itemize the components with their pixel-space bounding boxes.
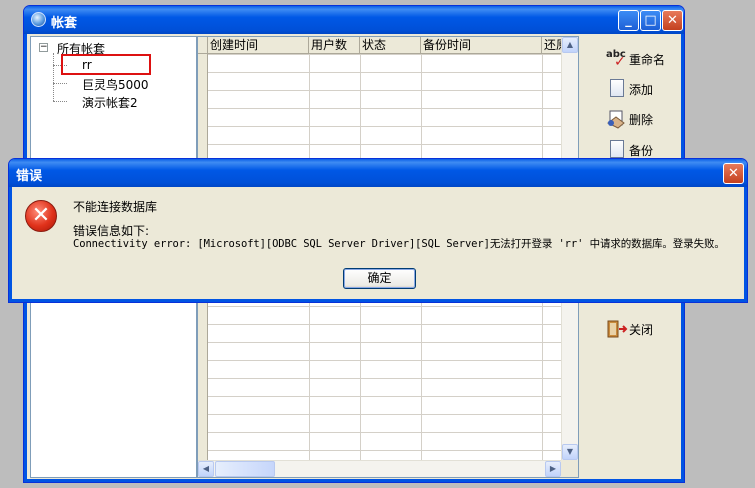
backup-label: 备份	[629, 144, 654, 158]
scroll-up-icon[interactable]: ▲	[562, 37, 578, 53]
dialog-title: 错误	[16, 169, 43, 184]
dialog-close-button[interactable]: ✕	[723, 163, 744, 184]
close-window-button[interactable]: ✕	[662, 10, 683, 31]
window-title: 帐套	[51, 16, 78, 31]
minimize-button[interactable]: _	[618, 10, 639, 31]
close-button[interactable]: 关闭	[596, 316, 680, 342]
grid-corner-cell	[198, 37, 208, 54]
rename-icon: abc ✓	[606, 49, 626, 70]
error-detail-text: Connectivity error: [Microsoft][ODBC SQL…	[73, 238, 725, 250]
rename-button[interactable]: abc ✓ 重命名	[596, 46, 680, 72]
minimize-icon: _	[625, 13, 632, 28]
dialog-titlebar[interactable]: 错误 ✕	[9, 159, 747, 187]
delete-label: 删除	[629, 113, 654, 127]
delete-button[interactable]: 删除	[596, 106, 680, 132]
maximize-icon: □	[644, 13, 657, 28]
tree-item-julingniao[interactable]: 巨灵鸟5000	[82, 76, 149, 93]
add-label: 添加	[629, 83, 654, 97]
add-button[interactable]: 添加	[596, 76, 680, 102]
column-created-time[interactable]: 创建时间	[208, 37, 309, 54]
scroll-right-icon[interactable]: ▶	[545, 461, 561, 477]
scrollbar-corner	[561, 460, 578, 477]
close-door-icon	[606, 319, 628, 339]
document-icon	[610, 140, 624, 158]
ok-button[interactable]: 确定	[343, 268, 416, 289]
column-user-count[interactable]: 用户数	[309, 37, 360, 54]
delete-icon	[606, 109, 626, 129]
dialog-body: ✕ 不能连接数据库 错误信息如下: Connectivity error: [M…	[12, 187, 744, 299]
tree-line	[53, 101, 67, 102]
maximize-button[interactable]: □	[640, 10, 661, 31]
column-status[interactable]: 状态	[360, 37, 421, 54]
close-icon: ✕	[667, 13, 678, 28]
column-backup-time[interactable]: 备份时间	[421, 37, 542, 54]
scroll-down-icon[interactable]: ▼	[562, 444, 578, 460]
rename-label: 重命名	[629, 53, 666, 67]
tree-item-demo2[interactable]: 演示帐套2	[82, 94, 138, 111]
app-globe-icon	[31, 12, 46, 27]
window-titlebar[interactable]: 帐套 _ □ ✕	[24, 6, 684, 34]
scroll-left-icon[interactable]: ◀	[198, 461, 214, 477]
close-icon: ✕	[728, 166, 739, 181]
error-message: 不能连接数据库	[73, 200, 158, 214]
close-label: 关闭	[629, 323, 654, 337]
document-icon	[610, 79, 624, 97]
error-dialog: 错误 ✕ ✕ 不能连接数据库 错误信息如下: Connectivity erro…	[8, 158, 748, 303]
grid-horizontal-scrollbar[interactable]: ◀ ▶	[198, 460, 561, 477]
collapse-toggle-icon[interactable]: −	[39, 43, 48, 52]
scroll-thumb[interactable]	[215, 461, 275, 477]
tree-line	[53, 53, 54, 101]
tree-line	[53, 83, 67, 84]
selection-highlight-box	[61, 54, 151, 75]
error-icon: ✕	[25, 200, 57, 232]
grid-header: 创建时间 用户数 状态 备份时间 还原	[198, 37, 572, 54]
